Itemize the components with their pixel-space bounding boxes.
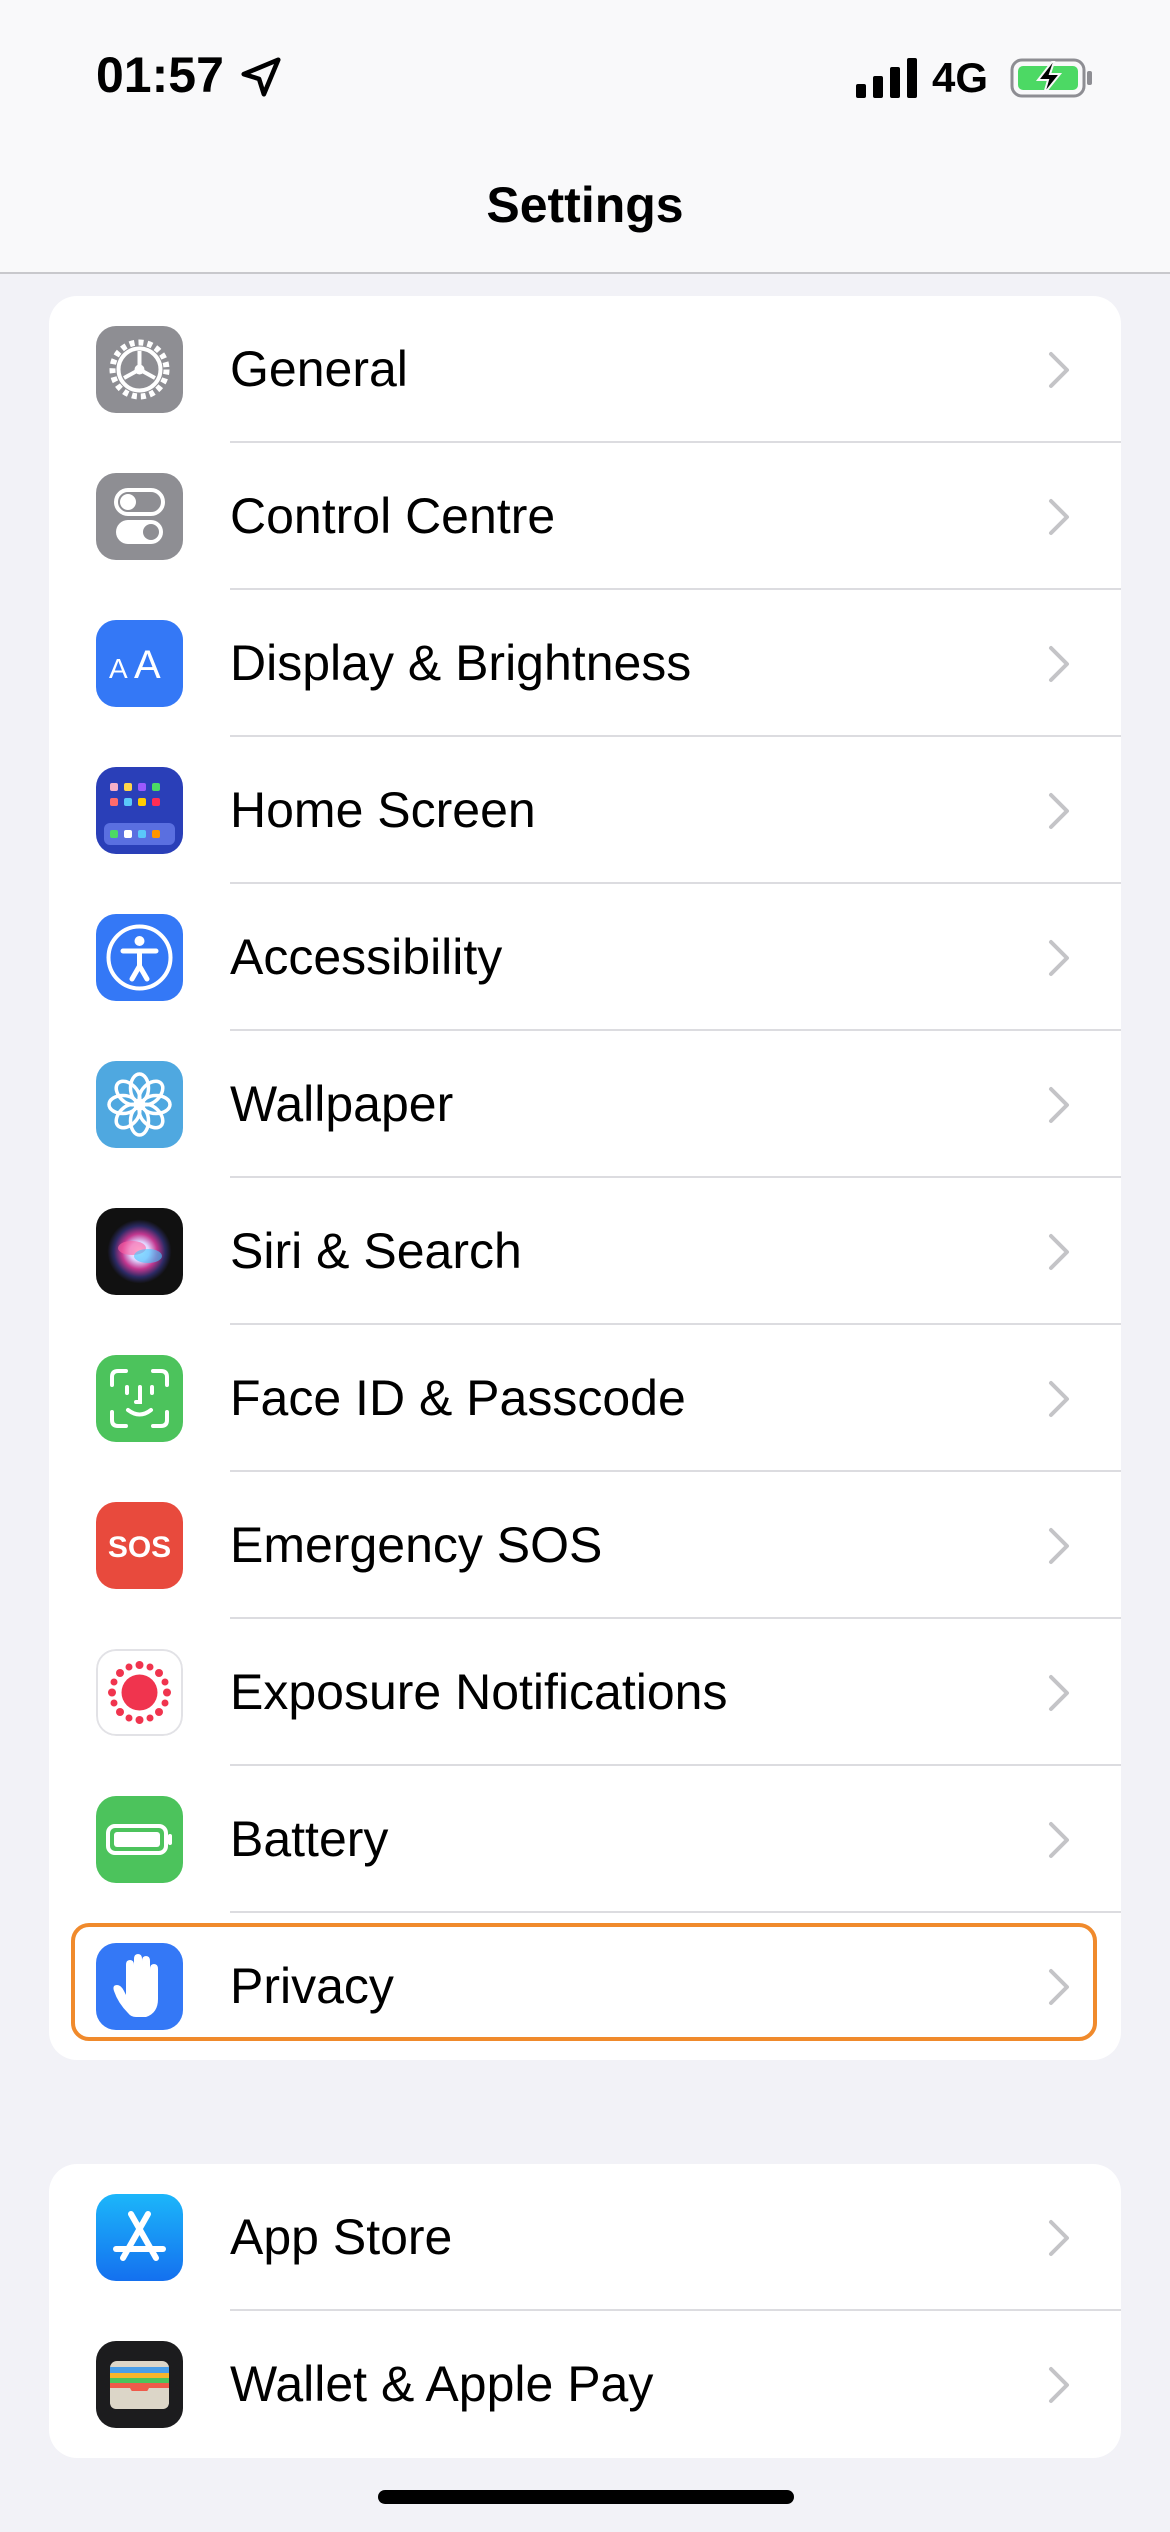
svg-text:A: A [134,643,161,687]
settings-row-home-screen[interactable]: Home Screen [49,737,1121,884]
settings-row-app-store[interactable]: App Store [49,2164,1121,2311]
settings-row-label: Wallpaper [230,1076,454,1132]
chevron-right-icon [1049,1381,1069,1417]
chevron-right-icon [1049,1675,1069,1711]
settings-row-label: Control Centre [230,488,556,544]
chevron-right-icon [1049,352,1069,388]
toggles-icon [96,473,183,560]
settings-row-general[interactable]: General [49,296,1121,443]
svg-text:A: A [109,653,128,684]
settings-row-label: Display & Brightness [230,635,692,691]
settings-row-label: Battery [230,1811,389,1867]
cellular-signal-icon [856,58,917,98]
app-grid-icon [96,767,183,854]
settings-row-wallpaper[interactable]: Wallpaper [49,1031,1121,1178]
hand-icon [96,1943,183,2030]
battery-icon [96,1796,183,1883]
settings-row-label: App Store [230,2209,453,2265]
settings-row-wallet[interactable]: Wallet & Apple Pay [49,2311,1121,2458]
settings-row-label: Siri & Search [230,1223,522,1279]
page-title: Settings [486,177,684,233]
exposure-icon [96,1649,183,1736]
settings-row-display-brightness[interactable]: A A Display & Brightness [49,590,1121,737]
chevron-right-icon [1049,1969,1069,2005]
battery-charging-icon [1010,58,1092,98]
accessibility-icon [96,914,183,1001]
network-type: 4G [932,54,989,101]
chevron-right-icon [1049,2367,1069,2403]
settings-row-label: Emergency SOS [230,1517,603,1573]
siri-icon [96,1208,183,1295]
home-indicator[interactable] [378,2490,794,2504]
settings-row-emergency-sos[interactable]: SOS Emergency SOS [49,1472,1121,1619]
status-bar: 01:57 4G [0,0,1170,150]
chevron-right-icon [1049,646,1069,682]
settings-row-exposure-notifications[interactable]: Exposure Notifications [49,1619,1121,1766]
settings-row-siri-search[interactable]: Siri & Search [49,1178,1121,1325]
sos-icon: SOS [96,1502,183,1589]
wallet-icon [96,2341,183,2428]
settings-row-label: Accessibility [230,929,503,985]
settings-row-label: Privacy [230,1958,394,2014]
settings-row-accessibility[interactable]: Accessibility [49,884,1121,1031]
chevron-right-icon [1049,1087,1069,1123]
settings-group-store: App Store Wallet & Apple Pay [49,2164,1121,2458]
app-store-icon [96,2194,183,2281]
chevron-right-icon [1049,1528,1069,1564]
settings-row-label: Home Screen [230,782,536,838]
settings-row-control-centre[interactable]: Control Centre [49,443,1121,590]
settings-group-main: General Control Centre A A Display & Bri… [49,296,1121,2060]
text-size-icon: A A [96,620,183,707]
chevron-right-icon [1049,1822,1069,1858]
chevron-right-icon [1049,1234,1069,1270]
chevron-right-icon [1049,499,1069,535]
navigation-bar: Settings [0,150,1170,274]
status-time: 01:57 [96,47,224,103]
settings-row-label: Wallet & Apple Pay [230,2356,654,2412]
settings-row-label: General [230,341,408,397]
settings-row-face-id[interactable]: Face ID & Passcode [49,1325,1121,1472]
sos-icon-text: SOS [108,1531,171,1564]
gear-icon [96,326,183,413]
settings-row-label: Face ID & Passcode [230,1370,686,1426]
chevron-right-icon [1049,793,1069,829]
chevron-right-icon [1049,940,1069,976]
settings-row-privacy[interactable]: Privacy [49,1913,1121,2060]
flower-icon [96,1061,183,1148]
face-id-icon [96,1355,183,1442]
location-arrow-icon [241,57,281,97]
chevron-right-icon [1049,2220,1069,2256]
settings-row-battery[interactable]: Battery [49,1766,1121,1913]
settings-row-label: Exposure Notifications [230,1664,728,1720]
